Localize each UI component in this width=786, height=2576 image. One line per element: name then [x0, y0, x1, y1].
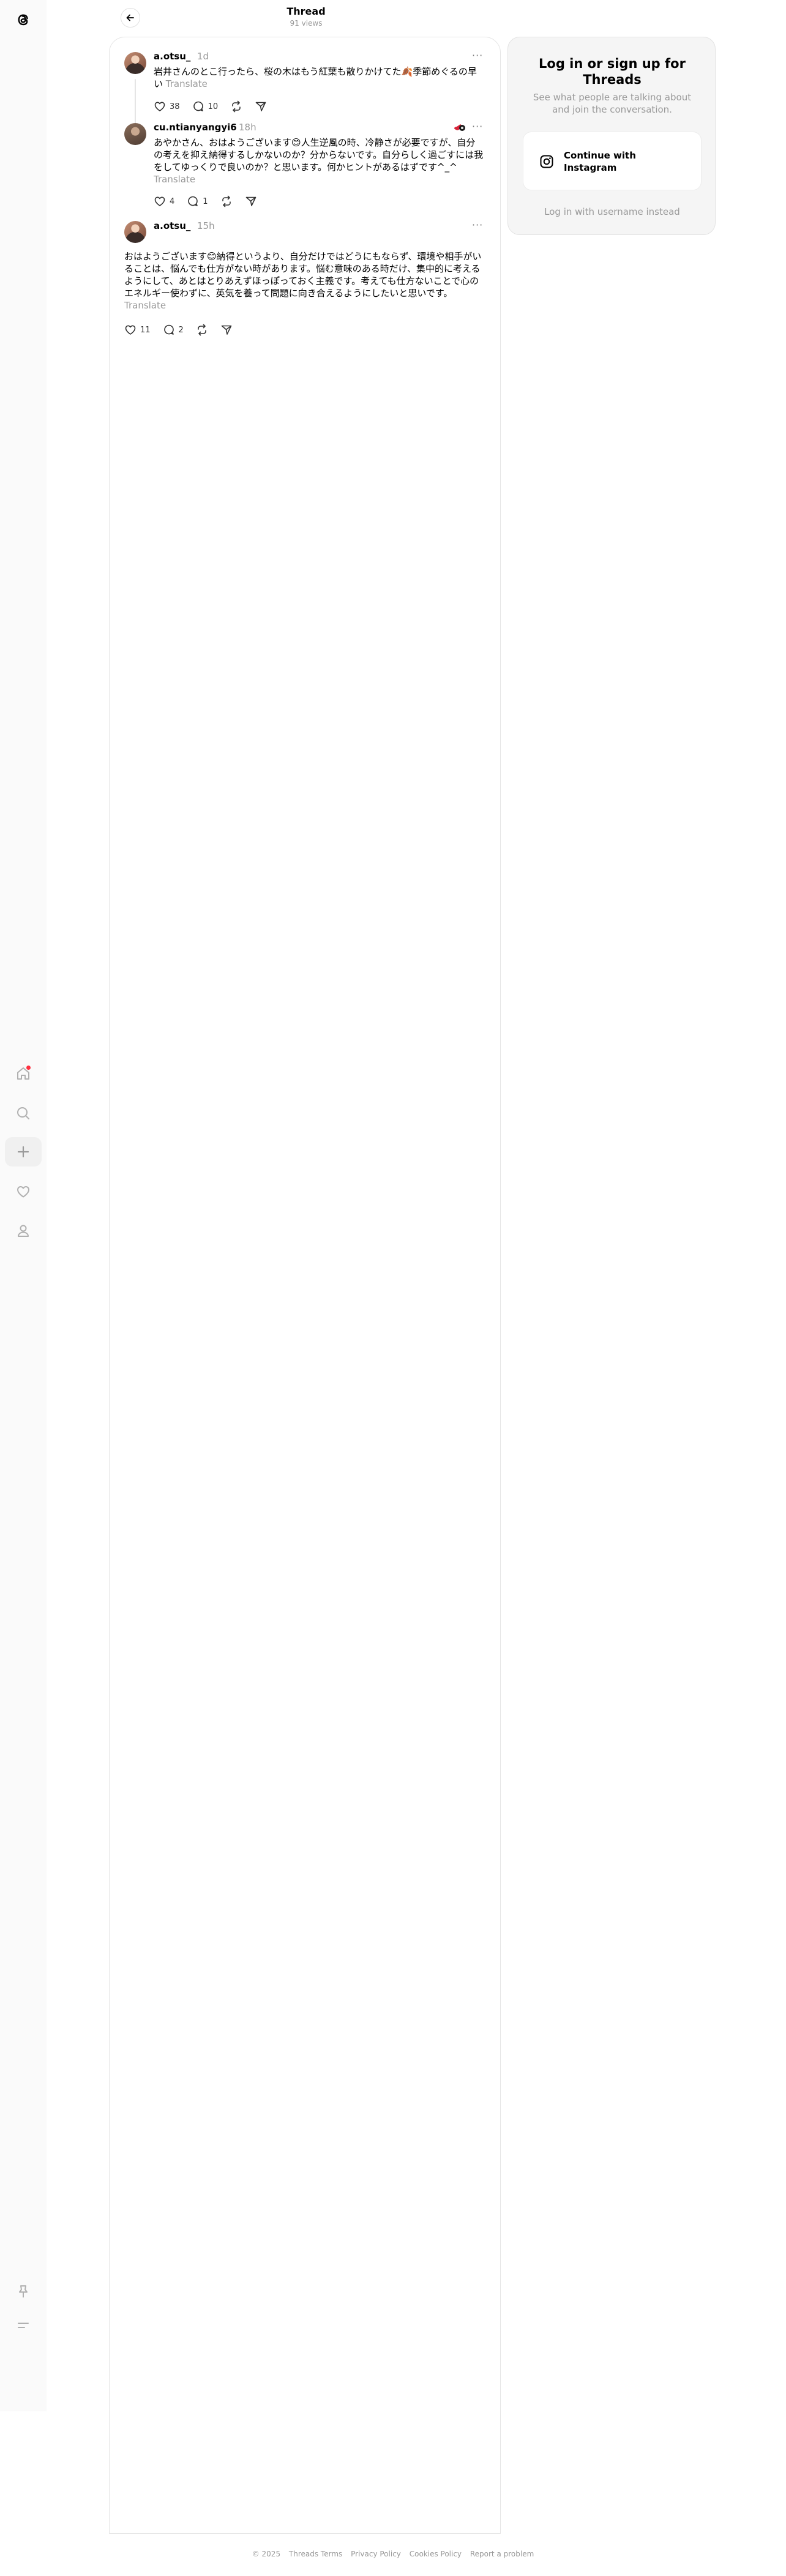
reply-icon [163, 324, 174, 335]
post-actions: 4 1 [154, 194, 269, 209]
repost-icon [222, 195, 231, 207]
nav-home[interactable] [5, 1059, 42, 1088]
notification-dot [26, 1066, 31, 1070]
emoji-badge-icon [454, 124, 465, 131]
nav-search[interactable] [5, 1099, 42, 1128]
menu-icon [18, 2323, 29, 2328]
more-icon[interactable]: ··· [472, 219, 483, 231]
share-button[interactable] [255, 100, 267, 113]
post-text: おはようございます😊納得というより、自分だけではどうにもならず、環境や相手がいる… [124, 250, 484, 312]
post-username[interactable]: a.otsu_ [154, 220, 190, 231]
avatar[interactable] [124, 123, 146, 145]
post-username[interactable]: a.otsu_ [154, 51, 190, 62]
share-icon [255, 102, 266, 111]
post-username[interactable]: cu.ntianyangyi6 [154, 122, 237, 133]
avatar[interactable] [124, 52, 146, 74]
repost-button[interactable] [220, 195, 233, 207]
post-body: おはようございます😊納得というより、自分だけではどうにもならず、環境や相手がいる… [124, 251, 482, 299]
left-nav-rail [0, 0, 47, 2411]
page-title: Thread [286, 6, 326, 17]
instagram-icon [540, 155, 553, 168]
search-icon [17, 1107, 29, 1119]
footer-link-cookies[interactable]: Cookies Policy [410, 2550, 462, 2558]
share-icon [221, 325, 232, 335]
login-panel: Log in or sign up for Threads See what p… [507, 37, 716, 235]
like-icon [154, 196, 165, 206]
reply-icon [188, 196, 198, 206]
nav-activity[interactable] [5, 1177, 42, 1206]
login-subtitle: See what people are talking about and jo… [533, 92, 692, 115]
heart-icon [17, 1186, 29, 1198]
footer-link-privacy[interactable]: Privacy Policy [351, 2550, 401, 2558]
avatar[interactable] [124, 221, 146, 243]
thread-card: a.otsu_ 1d ··· 岩井さんのとこ行ったら、桜の木はもう紅葉も散りかけ… [109, 37, 501, 2534]
post-actions: 11 2 [124, 323, 245, 337]
translate-link[interactable]: Translate [154, 173, 484, 185]
like-count: 11 [140, 325, 151, 335]
share-button[interactable] [220, 324, 233, 336]
like-count: 4 [170, 196, 175, 206]
reply-button[interactable]: 2 [163, 324, 184, 336]
reply-count: 2 [178, 325, 184, 335]
post-text: あやかさん、おはようございます😊人生逆風の時、冷静さが必要ですが、自分の考えを抑… [154, 136, 484, 185]
post-time[interactable]: 18h [239, 122, 256, 133]
like-button[interactable]: 4 [154, 195, 174, 207]
repost-button[interactable] [196, 324, 208, 336]
footer-link-report[interactable]: Report a problem [470, 2550, 534, 2558]
like-icon [154, 102, 165, 111]
nav-create[interactable] [5, 1137, 42, 1167]
reply-button[interactable]: 10 [192, 100, 219, 113]
continue-with-instagram-button[interactable]: Continue with Instagram [523, 132, 702, 190]
share-button[interactable] [245, 195, 257, 207]
view-count: 91 views [290, 19, 323, 28]
reply-button[interactable]: 1 [187, 195, 208, 207]
translate-link[interactable]: Translate [166, 78, 208, 89]
post-text: 岩井さんのとこ行ったら、桜の木はもう紅葉も散りかけてた🍂季節めぐるの早い Tra… [154, 65, 484, 90]
repost-icon [198, 324, 206, 336]
post-body: あやかさん、おはようございます😊人生逆風の時、冷静さが必要ですが、自分の考えを抑… [154, 137, 484, 173]
post-time[interactable]: 15h [197, 220, 215, 231]
reply-count: 1 [203, 196, 208, 206]
like-icon [125, 325, 136, 335]
login-with-username-link[interactable]: Log in with username instead [526, 206, 698, 217]
repost-button[interactable] [230, 100, 242, 113]
repost-icon [232, 100, 241, 113]
like-button[interactable]: 11 [124, 324, 151, 336]
nav-profile[interactable] [5, 1216, 42, 1245]
profile-icon [18, 1225, 29, 1237]
more-icon[interactable]: ··· [472, 50, 483, 61]
instagram-button-label: Continue with Instagram [564, 150, 636, 173]
post-actions: 38 10 [154, 99, 279, 114]
like-button[interactable]: 38 [154, 100, 180, 113]
post-time[interactable]: 1d [197, 51, 209, 62]
reply-icon [193, 101, 203, 111]
more-icon[interactable]: ··· [472, 121, 483, 132]
nav-pinned[interactable] [5, 2277, 42, 2306]
reply-count: 10 [208, 102, 219, 111]
translate-link[interactable]: Translate [124, 299, 484, 312]
like-count: 38 [170, 102, 180, 111]
login-title: Log in or sign up for Threads [539, 56, 686, 87]
plus-icon [17, 1146, 29, 1158]
footer-link-terms[interactable]: Threads Terms [289, 2550, 342, 2558]
share-icon [245, 196, 256, 206]
footer: © 2025 Threads Terms Privacy Policy Cook… [0, 2550, 786, 2558]
footer-copyright: © 2025 [252, 2550, 281, 2558]
nav-menu[interactable] [5, 2310, 42, 2340]
pin-icon [19, 2285, 28, 2298]
